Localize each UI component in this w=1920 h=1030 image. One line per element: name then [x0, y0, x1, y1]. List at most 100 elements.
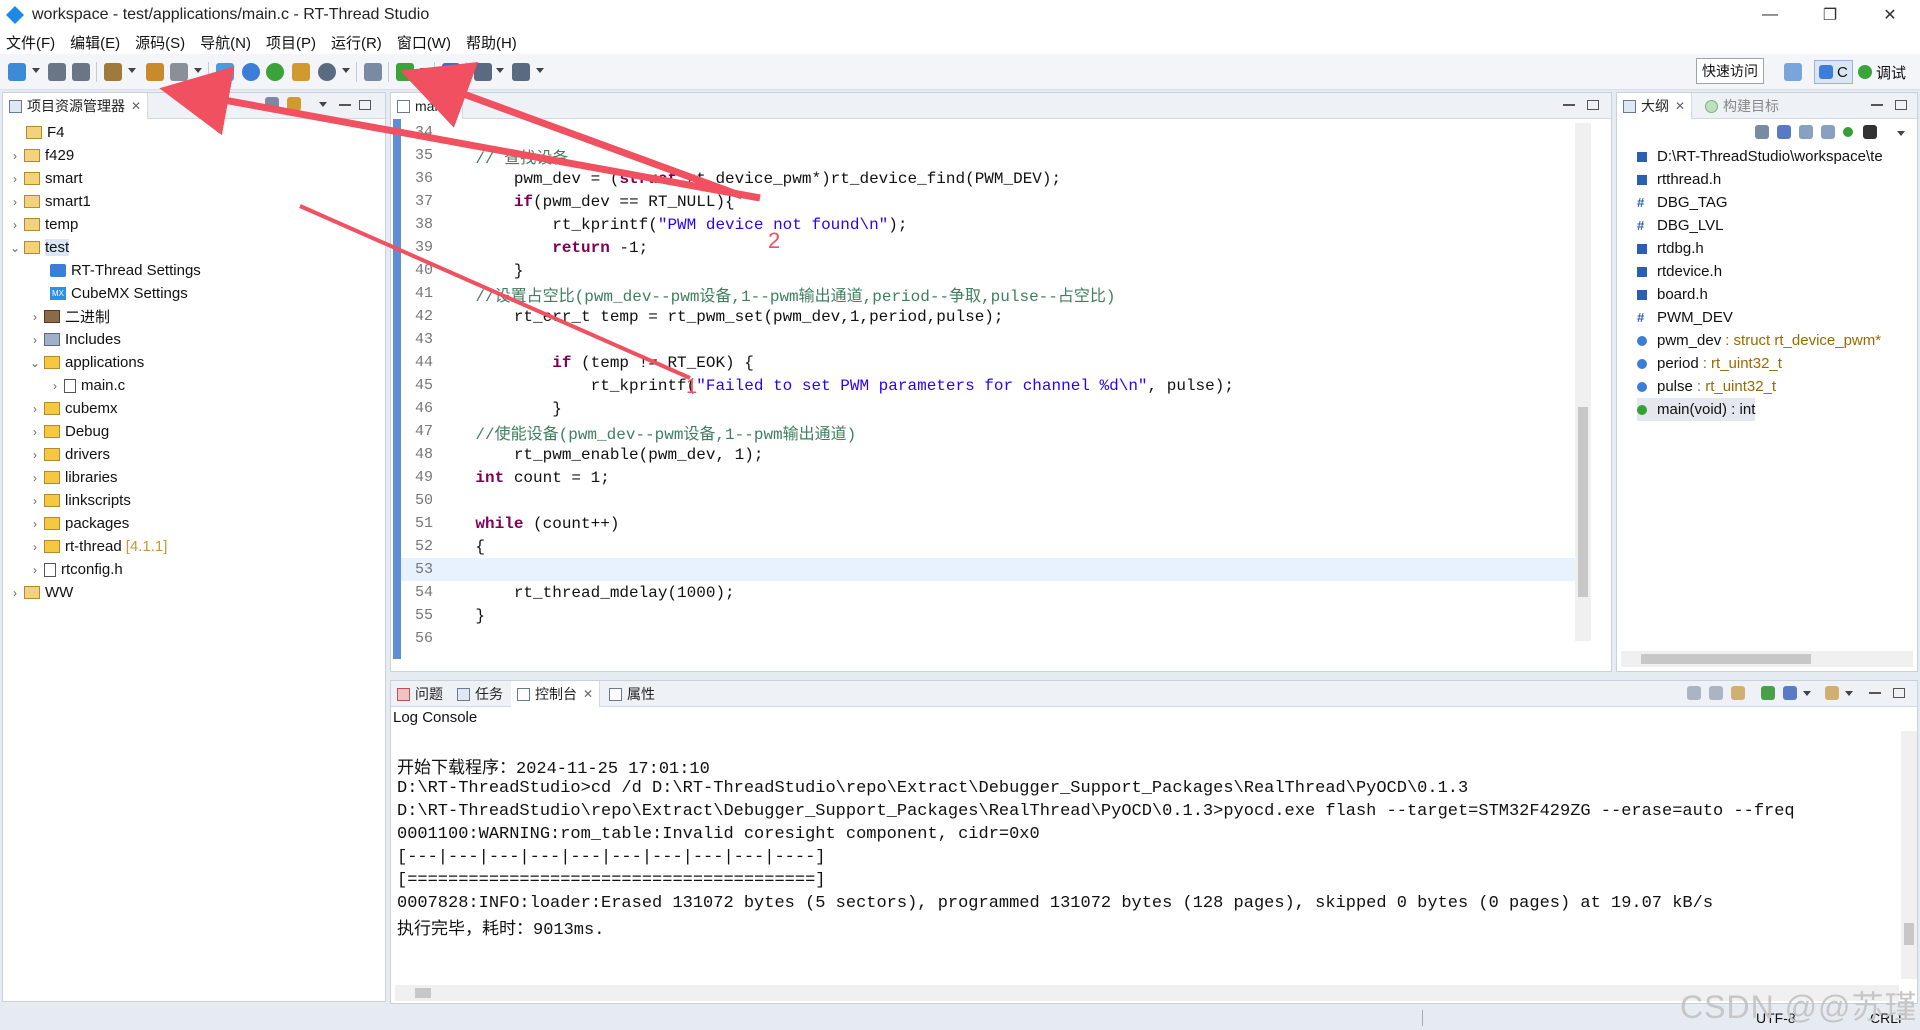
outline-item[interactable]: D:\RT-ThreadStudio\workspace\te [1637, 145, 1883, 168]
tree-item-packages[interactable]: › packages [29, 512, 129, 535]
pin-console-icon[interactable] [1761, 686, 1775, 700]
code-line[interactable]: 53 [401, 558, 1587, 581]
display-console-icon[interactable] [1783, 686, 1797, 700]
expand-icon[interactable]: › [29, 425, 41, 439]
clear-console-icon[interactable] [1687, 686, 1701, 700]
open-perspective-icon[interactable] [1784, 63, 1802, 81]
console-vertical-scrollbar[interactable] [1901, 731, 1917, 979]
word-wrap-icon[interactable] [1731, 686, 1745, 700]
group-includes-icon[interactable] [1863, 125, 1877, 139]
minimize-button[interactable]: — [1740, 0, 1800, 30]
menu-source[interactable]: 源码(S) [135, 32, 185, 53]
outline-item[interactable]: pwm_dev: struct rt_device_pwm* [1637, 329, 1881, 352]
minimize-view-icon[interactable] [1563, 100, 1575, 106]
hide-non-public-icon[interactable] [1843, 127, 1853, 137]
tab-project-explorer[interactable]: 项目资源管理器 ✕ [3, 93, 149, 119]
close-tab-icon[interactable]: ✕ [1675, 99, 1685, 113]
collapse-icon[interactable]: ⌄ [9, 241, 21, 255]
new-dropdown-icon[interactable] [32, 68, 40, 73]
tree-item-binaries[interactable]: › 二进制 [29, 305, 110, 328]
sort-icon[interactable] [1777, 125, 1791, 139]
outline-item[interactable]: # DBG_TAG [1637, 191, 1728, 214]
forward-arrow-icon[interactable] [512, 63, 530, 81]
hide-static-icon[interactable] [1821, 125, 1835, 139]
forward-dropdown-icon[interactable] [536, 68, 544, 73]
code-line[interactable]: 37 if(pwm_dev == RT_NULL){ [401, 190, 1587, 213]
clean-dropdown-icon[interactable] [194, 68, 202, 73]
expand-icon[interactable]: › [29, 494, 41, 508]
menu-file[interactable]: 文件(F) [6, 32, 55, 53]
build-icon[interactable] [104, 63, 122, 81]
expand-icon[interactable]: › [29, 402, 41, 416]
tree-item-includes[interactable]: › Includes [29, 328, 121, 351]
scrollbar-thumb[interactable] [1904, 923, 1914, 945]
tab-outline[interactable]: 大纲 ✕ [1617, 93, 1693, 119]
tab-tasks[interactable]: 任务 [451, 681, 509, 707]
outline-item[interactable]: # DBG_LVL [1637, 214, 1723, 237]
tab-properties[interactable]: 属性 [603, 681, 661, 707]
outline-item[interactable]: rtthread.h [1637, 168, 1721, 191]
view-menu-icon[interactable] [1897, 131, 1905, 136]
maximize-view-icon[interactable] [1587, 100, 1599, 110]
tree-item-drivers[interactable]: › drivers [29, 443, 110, 466]
back-arrow-icon[interactable] [474, 63, 492, 81]
restore-button[interactable]: ❐ [1800, 0, 1860, 30]
code-line[interactable]: 51 while (count++) [401, 512, 1587, 535]
tree-item-applications[interactable]: ⌄ applications [29, 351, 144, 374]
expand-icon[interactable]: › [9, 172, 21, 186]
expand-icon[interactable]: › [9, 218, 21, 232]
code-line[interactable]: 43 [401, 328, 1587, 351]
open-console-icon[interactable] [1825, 686, 1839, 700]
tree-item-linkscripts[interactable]: › linkscripts [29, 489, 131, 512]
tab-problems[interactable]: 问题 [391, 681, 449, 707]
code-line[interactable]: 56 [401, 627, 1587, 650]
new-icon[interactable] [8, 63, 26, 81]
code-line[interactable]: 52 { [401, 535, 1587, 558]
tree-item-test[interactable]: ⌄ test [9, 236, 70, 259]
expand-icon[interactable]: › [29, 310, 41, 324]
expand-icon[interactable]: › [29, 448, 41, 462]
layers-icon[interactable] [442, 63, 460, 81]
sdk-manager-icon[interactable] [364, 63, 382, 81]
expand-icon[interactable]: › [29, 471, 41, 485]
expand-icon[interactable]: › [29, 517, 41, 531]
clean-icon[interactable] [170, 63, 188, 81]
code-line[interactable]: 45 rt_kprintf("Failed to set PWM paramet… [401, 374, 1587, 397]
c-perspective-button[interactable]: C [1814, 60, 1853, 84]
outline-item[interactable]: rtdbg.h [1637, 237, 1704, 260]
scrollbar-thumb[interactable] [1641, 654, 1811, 664]
maximize-view-icon[interactable] [1893, 688, 1905, 698]
menu-run[interactable]: 运行(R) [331, 32, 382, 53]
minimize-view-icon[interactable] [1869, 688, 1881, 694]
back-dropdown-icon[interactable] [496, 68, 504, 73]
package-icon[interactable] [292, 63, 310, 81]
scroll-lock-icon[interactable] [1709, 686, 1723, 700]
search-icon[interactable] [318, 63, 336, 81]
minimize-view-icon[interactable] [1871, 100, 1883, 106]
menu-help[interactable]: 帮助(H) [466, 32, 517, 53]
console-output[interactable]: 开始下载程序：2024-11-25 17:01:10 D:\RT-ThreadSt… [391, 731, 1901, 981]
expand-icon[interactable]: › [29, 563, 41, 577]
tree-item-f429[interactable]: › f429 [9, 144, 74, 167]
download-icon[interactable] [396, 63, 414, 81]
tree-item-libraries[interactable]: › libraries [29, 466, 118, 489]
editor-vertical-scrollbar[interactable] [1575, 123, 1591, 641]
debug-perspective-button[interactable]: 调试 [1858, 60, 1906, 84]
expand-icon[interactable]: › [9, 195, 21, 209]
tree-item-rt-thread[interactable]: › rt-thread [4.1.1] [29, 535, 167, 558]
code-line[interactable]: 47 //使能设备(pwm_dev--pwm设备,1--pwm输出通道) [401, 420, 1587, 444]
menu-navigate[interactable]: 导航(N) [200, 32, 251, 53]
tree-item-cubemx[interactable]: › cubemx [29, 397, 118, 420]
code-line[interactable]: 38 rt_kprintf("PWM device not found\n"); [401, 213, 1587, 236]
tab-build-targets[interactable]: 构建目标 [1699, 93, 1785, 119]
outline-item[interactable]: main(void) : int [1637, 398, 1756, 421]
expand-icon[interactable]: › [9, 149, 21, 163]
terminal-icon[interactable] [216, 63, 234, 81]
scrollbar-thumb[interactable] [1578, 407, 1588, 597]
scrollbar-thumb[interactable] [415, 988, 431, 998]
code-line[interactable]: 49 int count = 1; [401, 466, 1587, 489]
search-dropdown-icon[interactable] [342, 68, 350, 73]
link-editor-icon[interactable] [287, 97, 301, 111]
settings-gear-icon[interactable] [242, 63, 260, 81]
console-horizontal-scrollbar[interactable] [395, 985, 1899, 1001]
